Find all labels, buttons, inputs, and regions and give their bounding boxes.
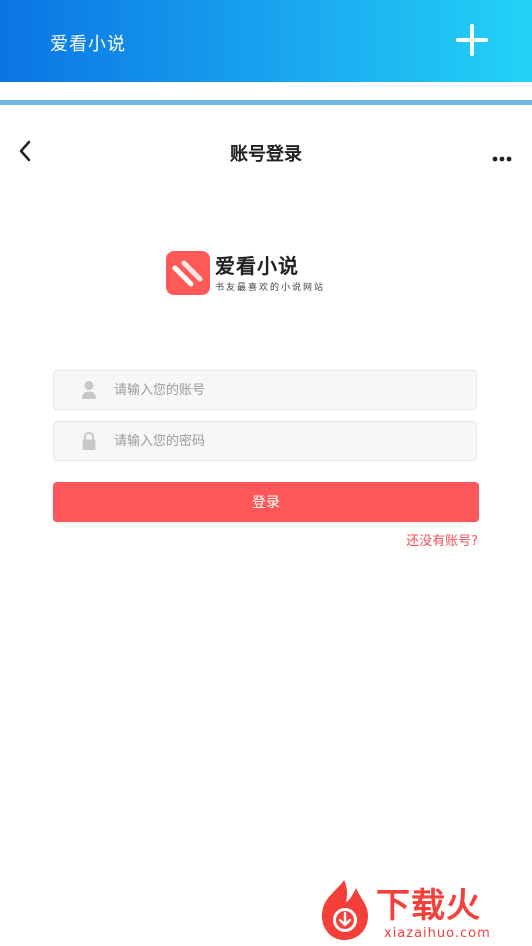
page-nav-bar: 账号登录 [0,106,532,196]
register-link[interactable]: 还没有账号? [406,530,478,549]
flame-logo-icon [314,878,374,942]
plus-icon[interactable] [454,22,490,58]
watermark-title: 下载火 [376,886,481,926]
watermark: 下载火 xiazaihuo.com [314,876,532,946]
app-title: 爱看小说 [50,34,126,55]
logo-name: 爱看小说 [215,254,299,278]
password-field [53,421,477,461]
watermark-domain: xiazaihuo.com [384,926,491,941]
page-title: 账号登录 [230,144,302,165]
more-dots-icon[interactable] [492,148,512,162]
app-top-bar: 爱看小说 [0,0,532,82]
username-input[interactable] [114,371,454,409]
app-logo: 爱看小说 书友最喜欢的小说网站 [166,248,366,298]
top-divider [0,100,532,105]
logo-slogan: 书友最喜欢的小说网站 [215,283,326,293]
password-input[interactable] [114,422,454,460]
user-icon [81,380,97,400]
book-logo-icon [166,251,210,295]
lock-icon [81,431,97,451]
username-field [53,370,477,410]
login-button[interactable]: 登录 [53,482,479,522]
